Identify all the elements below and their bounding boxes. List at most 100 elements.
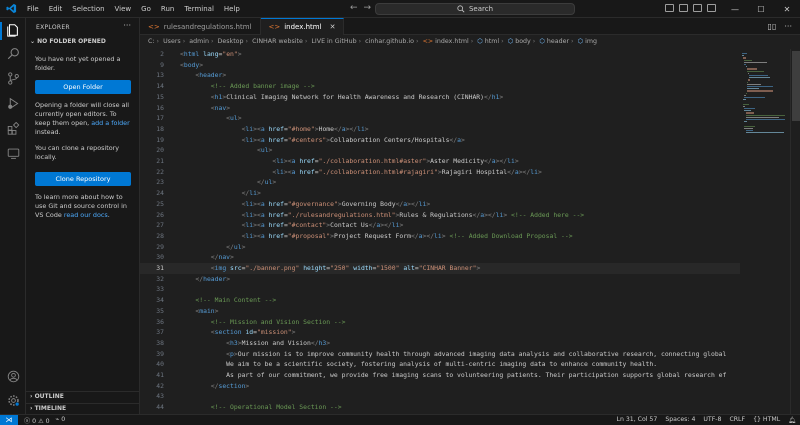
code-line[interactable]: 30 </nav> [140,252,740,263]
code-line[interactable]: 29 </ul> [140,242,740,253]
more-actions-icon[interactable]: ··· [123,21,131,30]
breadcrumb-item[interactable]: cinhar.github.io [365,38,414,45]
encoding[interactable]: UTF-8 [703,416,721,424]
code-line[interactable]: 9 <body> [140,60,740,71]
code-line[interactable]: 25 <li><a href="#governance">Governing B… [140,199,740,210]
menu-edit[interactable]: Edit [44,0,68,18]
code-line[interactable]: 33 [140,284,740,295]
menu-run[interactable]: Run [156,0,179,18]
extensions-icon[interactable] [5,120,21,136]
tab-index[interactable]: <> index.html ✕ [260,18,345,35]
language-mode[interactable]: {} HTML [753,416,780,424]
code-line[interactable]: 27 <li><a href="#contact">Contact Us</a>… [140,220,740,231]
accounts-icon[interactable] [5,368,21,384]
code-line[interactable]: 17 <ul> [140,113,740,124]
no-folder-section-header[interactable]: ⌄ NO FOLDER OPENED [30,38,106,45]
breadcrumb-item[interactable]: index.html [435,38,469,45]
toggle-sidebar-icon[interactable] [665,4,674,12]
clone-repository-button[interactable]: Clone Repository [35,172,131,186]
code-line[interactable]: 37 <section id="mission"> [140,327,740,338]
code-line[interactable]: 28 <li><a href="#proposal">Project Reque… [140,231,740,242]
minimize-icon[interactable]: — [722,5,748,14]
menu-go[interactable]: Go [136,0,156,18]
code-line[interactable]: 22 <li><a href="./collaboration.html#raj… [140,167,740,178]
breadcrumb-item[interactable]: Users [163,38,181,45]
code-line[interactable]: 39 <p>Our mission is to improve communit… [140,349,740,360]
cursor-position[interactable]: Ln 31, Col 57 [617,416,658,424]
explorer-icon[interactable] [5,22,21,38]
line-number: 16 [156,103,164,112]
line-ending[interactable]: CRLF [729,416,745,424]
menu-view[interactable]: View [110,0,137,18]
indentation[interactable]: Spaces: 4 [665,416,695,424]
source-control-icon[interactable] [5,70,21,86]
menu-file[interactable]: File [22,0,44,18]
breadcrumb-item[interactable]: img [585,38,597,45]
minimap[interactable] [740,49,790,414]
breadcrumb-item[interactable]: Desktop [218,38,244,45]
code-line[interactable]: 38 <h3>Mission and Vision</h3> [140,338,740,349]
toggle-panel-icon[interactable] [679,4,688,12]
code-editor[interactable]: 2 <html lang="en"> 9 <body> 13 <header> 14 <!… [140,49,740,414]
code-line[interactable]: 16 <nav> [140,103,740,114]
code-line[interactable]: 31 <img src="./banner.png" height="250" … [140,263,740,274]
remote-explorer-icon[interactable] [5,145,21,161]
ports-indicator[interactable]: ⌁ 0 [56,416,66,425]
toggle-secondary-sidebar-icon[interactable] [693,4,702,12]
code-line[interactable]: 42 </section> [140,381,740,392]
read-docs-link[interactable]: read our docs [64,211,108,219]
timeline-section-header[interactable]: › TIMELINE [30,405,66,412]
breadcrumb-item[interactable]: CINHAR website [252,38,303,45]
search-view-icon[interactable] [5,45,21,61]
split-editor-icon[interactable]: ▯▯ [768,22,777,31]
more-actions-icon[interactable]: ··· [784,22,792,31]
problems-indicator[interactable]: ⓧ 0 ⚠ 0 [24,416,50,425]
breadcrumb-item[interactable]: C: [148,38,155,45]
code-line[interactable]: 41 As part of our commitment, we provide… [140,370,740,381]
code-line[interactable]: 44 <!-- Operational Model Section --> [140,402,740,413]
code-line[interactable]: 34 <!-- Main Content --> [140,295,740,306]
breadcrumb-item[interactable]: LIVE in GitHub [311,38,356,45]
tab-rulesandregulations[interactable]: <> rulesandregulations.html [140,18,261,35]
code-line[interactable]: 36 <!-- Mission and Vision Section --> [140,317,740,328]
code-line[interactable]: 20 <ul> [140,145,740,156]
add-folder-link[interactable]: add a folder [91,119,130,127]
code-line[interactable]: 43 [140,391,740,402]
code-line[interactable]: 19 <li><a href="#centers">Collaboration … [140,135,740,146]
close-tab-icon[interactable]: ✕ [330,23,336,31]
editor-scrollbar[interactable] [790,49,800,414]
breadcrumb-item[interactable]: body [515,38,531,45]
scrollbar-thumb[interactable] [792,51,800,121]
code-line[interactable]: 23 </ul> [140,177,740,188]
code-line[interactable]: 26 <li><a href="./rulesandregulations.ht… [140,210,740,221]
code-line[interactable]: 24 </li> [140,188,740,199]
close-window-icon[interactable]: ✕ [774,5,800,14]
breadcrumb-item[interactable]: admin [189,38,209,45]
notifications-bell-icon[interactable]: 🔔︎ [788,416,796,424]
forward-arrow-icon[interactable]: → [364,3,372,13]
code-line[interactable]: 13 <header> [140,70,740,81]
run-debug-icon[interactable] [5,95,21,111]
code-line[interactable]: 15 <h1>Clinical Imaging Network for Heal… [140,92,740,103]
code-line[interactable]: 14 <!-- Added banner image --> [140,81,740,92]
settings-gear-icon[interactable] [5,392,21,408]
back-arrow-icon[interactable]: ← [350,3,358,13]
code-line[interactable]: 2 <html lang="en"> [140,49,740,60]
code-line[interactable]: 32 </header> [140,274,740,285]
code-line[interactable]: 21 <li><a href="./collaboration.html#ast… [140,156,740,167]
code-line[interactable]: 40 We aim to be a scientific society, fo… [140,359,740,370]
open-folder-button[interactable]: Open Folder [35,80,131,94]
breadcrumb-item[interactable]: html [485,38,499,45]
breadcrumb-item[interactable]: header [547,38,569,45]
outline-section-header[interactable]: › OUTLINE [30,393,64,400]
menu-help[interactable]: Help [219,0,245,18]
customize-layout-icon[interactable] [707,4,716,12]
code-line[interactable]: 18 <li><a href="#home">Home</a></li> [140,124,740,135]
menu-terminal[interactable]: Terminal [179,0,219,18]
command-center-search[interactable]: Search [375,3,575,15]
maximize-icon[interactable]: ☐ [748,5,774,14]
menu-selection[interactable]: Selection [67,0,109,18]
line-number: 29 [156,242,164,251]
remote-indicator-icon[interactable]: ⋊ [0,414,18,425]
code-line[interactable]: 35 <main> [140,306,740,317]
